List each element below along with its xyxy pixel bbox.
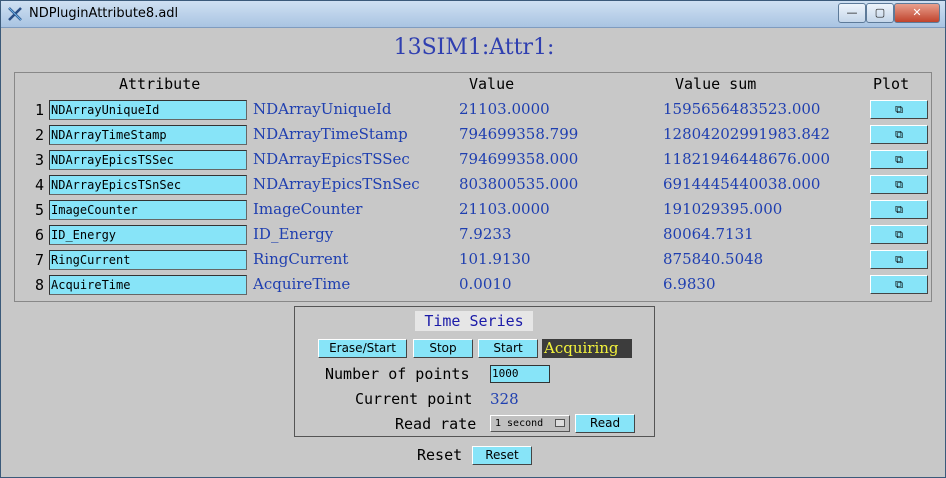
plot-window-icon: ⧉	[895, 153, 903, 166]
menu-indicator-icon	[555, 419, 565, 427]
table-row: 2 NDArrayTimeStamp NDArrayTimeStamp 7946…	[15, 123, 933, 148]
num-points-input[interactable]: 1000	[490, 365, 550, 383]
attribute-name-input[interactable]: NDArrayEpicsTSnSec	[49, 175, 247, 195]
main-content: 13SIM1:Attr1: Attribute Value Value sum …	[9, 32, 939, 473]
table-row: 7 RingCurrent RingCurrent 101.9130 87584…	[15, 248, 933, 273]
read-button[interactable]: Read	[575, 414, 635, 433]
stop-button[interactable]: Stop	[413, 339, 473, 358]
acquire-status: Acquiring	[542, 339, 632, 358]
col-header-attribute: Attribute	[119, 75, 201, 93]
attribute-value-sum: 12804202991983.842	[663, 125, 831, 143]
num-points-label: Number of points	[325, 365, 470, 383]
table-row: 4 NDArrayEpicsTSnSec NDArrayEpicsTSnSec …	[15, 173, 933, 198]
table-row: 1 NDArrayUniqueId NDArrayUniqueId 21103.…	[15, 98, 933, 123]
plot-button[interactable]: ⧉	[870, 250, 928, 269]
attribute-value: 794699358.000	[459, 150, 579, 168]
plot-window-icon: ⧉	[895, 103, 903, 116]
minimize-icon: —	[846, 6, 858, 19]
plot-window-icon: ⧉	[895, 203, 903, 216]
attribute-name-input[interactable]: NDArrayUniqueId	[49, 100, 247, 120]
attribute-value-sum: 80064.7131	[663, 225, 754, 243]
minimize-button[interactable]: —	[838, 3, 866, 23]
attribute-name-readback: ID_Energy	[253, 225, 334, 243]
maximize-button[interactable]: ▢	[866, 3, 894, 23]
start-button[interactable]: Start	[478, 339, 538, 358]
attribute-value: 794699358.799	[459, 125, 579, 143]
plot-button[interactable]: ⧉	[870, 200, 928, 219]
attribute-name-input[interactable]: NDArrayTimeStamp	[49, 125, 247, 145]
attribute-name-input[interactable]: RingCurrent	[49, 250, 247, 270]
attribute-value: 0.0010	[459, 275, 512, 293]
title-bar[interactable]: NDPluginAttribute8.adl — ▢ ✕	[1, 1, 945, 28]
attribute-value-sum: 11821946448676.000	[663, 150, 831, 168]
attribute-table: Attribute Value Value sum Plot 1 NDArray…	[14, 72, 932, 302]
row-number: 2	[34, 126, 44, 144]
time-series-title: Time Series	[415, 311, 533, 331]
plot-window-icon: ⧉	[895, 128, 903, 141]
row-number: 8	[34, 276, 44, 294]
col-header-value: Value	[469, 75, 515, 93]
table-row: 8 AcquireTime AcquireTime 0.0010 6.9830 …	[15, 273, 933, 298]
close-icon: ✕	[912, 6, 922, 19]
plot-button[interactable]: ⧉	[870, 150, 928, 169]
plot-window-icon: ⧉	[895, 253, 903, 266]
attribute-value: 21103.0000	[459, 200, 550, 218]
attribute-name-readback: NDArrayEpicsTSnSec	[253, 175, 420, 193]
reset-label: Reset	[417, 446, 463, 464]
attribute-value: 7.9233	[459, 225, 512, 243]
app-x-icon	[8, 7, 22, 21]
time-series-panel: Time Series Erase/Start Stop Start Acqui…	[294, 306, 655, 437]
table-row: 6 ID_Energy ID_Energy 7.9233 80064.7131 …	[15, 223, 933, 248]
row-number: 1	[34, 101, 44, 119]
attribute-value: 21103.0000	[459, 100, 550, 118]
attribute-name-readback: RingCurrent	[253, 250, 349, 268]
attribute-name-input[interactable]: NDArrayEpicsTSSec	[49, 150, 247, 170]
maximize-icon: ▢	[874, 6, 886, 19]
plot-window-icon: ⧉	[895, 228, 903, 241]
plot-button[interactable]: ⧉	[870, 175, 928, 194]
plot-button[interactable]: ⧉	[870, 125, 928, 144]
app-window: NDPluginAttribute8.adl — ▢ ✕ 13SIM1:Attr…	[0, 0, 946, 478]
attribute-value: 101.9130	[459, 250, 531, 268]
read-rate-menu[interactable]: 1 second	[490, 415, 570, 432]
row-number: 5	[34, 201, 44, 219]
header: 13SIM1:Attr1:	[9, 32, 939, 67]
col-header-plot: Plot	[873, 75, 910, 93]
page-title: 13SIM1:Attr1:	[393, 35, 555, 60]
row-number: 7	[34, 251, 44, 269]
reset-button[interactable]: Reset	[472, 446, 532, 465]
attribute-value: 803800535.000	[459, 175, 579, 193]
attribute-value-sum: 875840.5048	[663, 250, 764, 268]
erase-start-button[interactable]: Erase/Start	[318, 339, 407, 358]
row-number: 4	[34, 176, 44, 194]
read-rate-value: 1 second	[495, 418, 544, 429]
attribute-name-readback: NDArrayTimeStamp	[253, 125, 408, 143]
row-number: 3	[34, 151, 44, 169]
attribute-name-readback: NDArrayEpicsTSSec	[253, 150, 410, 168]
attribute-value-sum: 6914445440038.000	[663, 175, 821, 193]
read-rate-label: Read rate	[395, 415, 477, 433]
attribute-name-input[interactable]: ID_Energy	[49, 225, 247, 245]
attribute-value-sum: 1595656483523.000	[663, 100, 821, 118]
attribute-name-readback: ImageCounter	[253, 200, 363, 218]
attribute-name-input[interactable]: AcquireTime	[49, 275, 247, 295]
plot-button[interactable]: ⧉	[870, 100, 928, 119]
attribute-name-readback: NDArrayUniqueId	[253, 100, 392, 118]
table-row: 5 ImageCounter ImageCounter 21103.0000 1…	[15, 198, 933, 223]
plot-button[interactable]: ⧉	[870, 225, 928, 244]
plot-window-icon: ⧉	[895, 278, 903, 291]
col-header-value-sum: Value sum	[675, 75, 757, 93]
plot-button[interactable]: ⧉	[870, 275, 928, 294]
attribute-name-readback: AcquireTime	[253, 275, 351, 293]
row-number: 6	[34, 226, 44, 244]
attribute-name-input[interactable]: ImageCounter	[49, 200, 247, 220]
current-point-value: 328	[490, 390, 519, 408]
close-button[interactable]: ✕	[894, 3, 940, 23]
window-title: NDPluginAttribute8.adl	[29, 6, 179, 21]
table-row: 3 NDArrayEpicsTSSec NDArrayEpicsTSSec 79…	[15, 148, 933, 173]
plot-window-icon: ⧉	[895, 178, 903, 191]
attribute-value-sum: 191029395.000	[663, 200, 783, 218]
current-point-label: Current point	[355, 390, 473, 408]
attribute-value-sum: 6.9830	[663, 275, 716, 293]
